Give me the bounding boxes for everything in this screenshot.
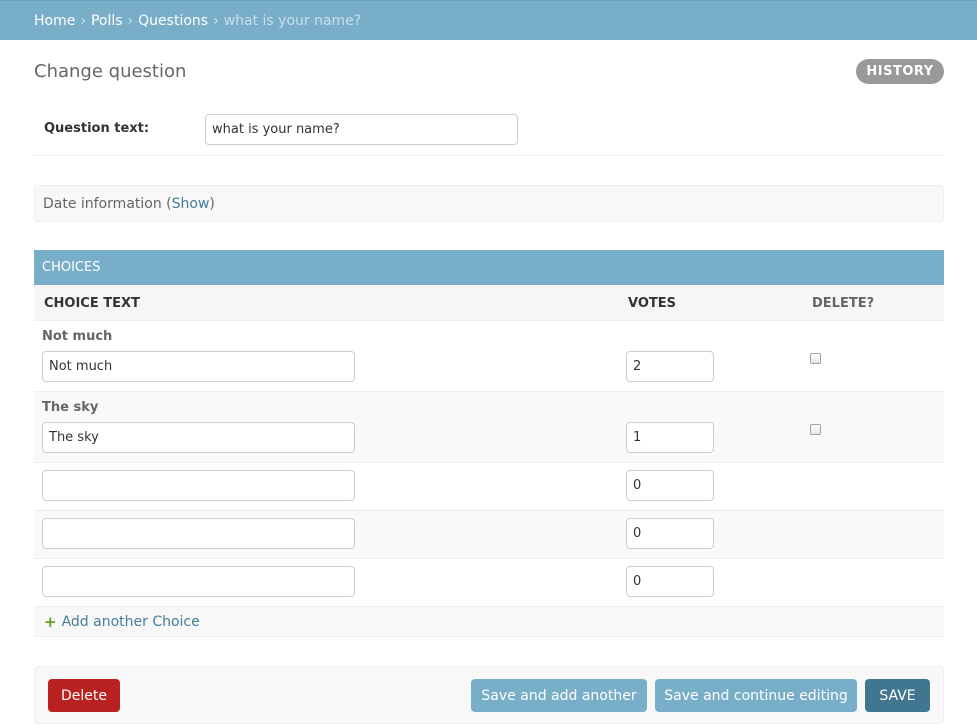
- choices-column-header-bar: [34, 285, 944, 321]
- breadcrumb-separator: ›: [127, 12, 134, 29]
- column-votes: VOTES: [628, 295, 676, 311]
- delete-checkbox[interactable]: [810, 353, 821, 364]
- choice-text-input[interactable]: [42, 566, 355, 597]
- choice-text-input[interactable]: [42, 518, 355, 549]
- votes-input[interactable]: [626, 518, 714, 549]
- date-information-close-paren: ): [209, 195, 215, 212]
- breadcrumb-home-link[interactable]: Home: [34, 13, 75, 29]
- choice-text-input[interactable]: [42, 470, 355, 501]
- choice-row: Not much: [34, 321, 944, 392]
- choice-row-empty: [34, 463, 944, 511]
- breadcrumb-separator: ›: [213, 12, 219, 29]
- date-information-show-link[interactable]: Show: [172, 196, 210, 212]
- choice-text-input[interactable]: [42, 351, 355, 382]
- save-button[interactable]: SAVE: [865, 679, 930, 712]
- column-delete: DELETE?: [812, 295, 875, 311]
- save-and-continue-button[interactable]: Save and continue editing: [655, 679, 857, 712]
- delete-checkbox[interactable]: [810, 424, 821, 435]
- breadcrumb-current: what is your name?: [223, 12, 362, 29]
- date-information-fieldset: Date information (Show): [34, 185, 944, 222]
- history-button[interactable]: HISTORY: [856, 59, 944, 84]
- delete-button[interactable]: Delete: [48, 679, 120, 712]
- choices-inline-header: CHOICES: [34, 250, 944, 285]
- votes-input[interactable]: [626, 351, 714, 382]
- choice-original-label: The sky: [42, 400, 99, 415]
- votes-input[interactable]: [626, 566, 714, 597]
- breadcrumb-polls-link[interactable]: Polls: [91, 13, 123, 29]
- question-text-input[interactable]: [205, 114, 518, 145]
- add-another-choice-row: + Add another Choice: [34, 607, 944, 637]
- choice-row-empty: [34, 511, 944, 559]
- breadcrumb-questions-link[interactable]: Questions: [138, 13, 208, 29]
- question-text-label: Question text:: [44, 121, 150, 136]
- add-another-choice-link[interactable]: Add another Choice: [62, 614, 200, 630]
- choice-row: The sky: [34, 392, 944, 463]
- votes-input[interactable]: [626, 422, 714, 453]
- choice-text-input[interactable]: [42, 422, 355, 453]
- date-information-label: Date information (: [43, 195, 172, 212]
- page-title: Change question: [34, 61, 187, 82]
- submit-row: Delete Save and add another Save and con…: [34, 666, 944, 724]
- question-text-row: Question text:: [34, 104, 944, 156]
- column-choice-text: CHOICE TEXT: [44, 295, 140, 311]
- breadcrumb-separator: ›: [80, 12, 86, 29]
- breadcrumb: Home › Polls › Questions › what is your …: [0, 0, 977, 40]
- plus-icon[interactable]: +: [44, 613, 57, 631]
- votes-input[interactable]: [626, 470, 714, 501]
- choice-row-empty: [34, 559, 944, 607]
- choice-original-label: Not much: [42, 329, 113, 344]
- save-and-add-another-button[interactable]: Save and add another: [471, 679, 647, 712]
